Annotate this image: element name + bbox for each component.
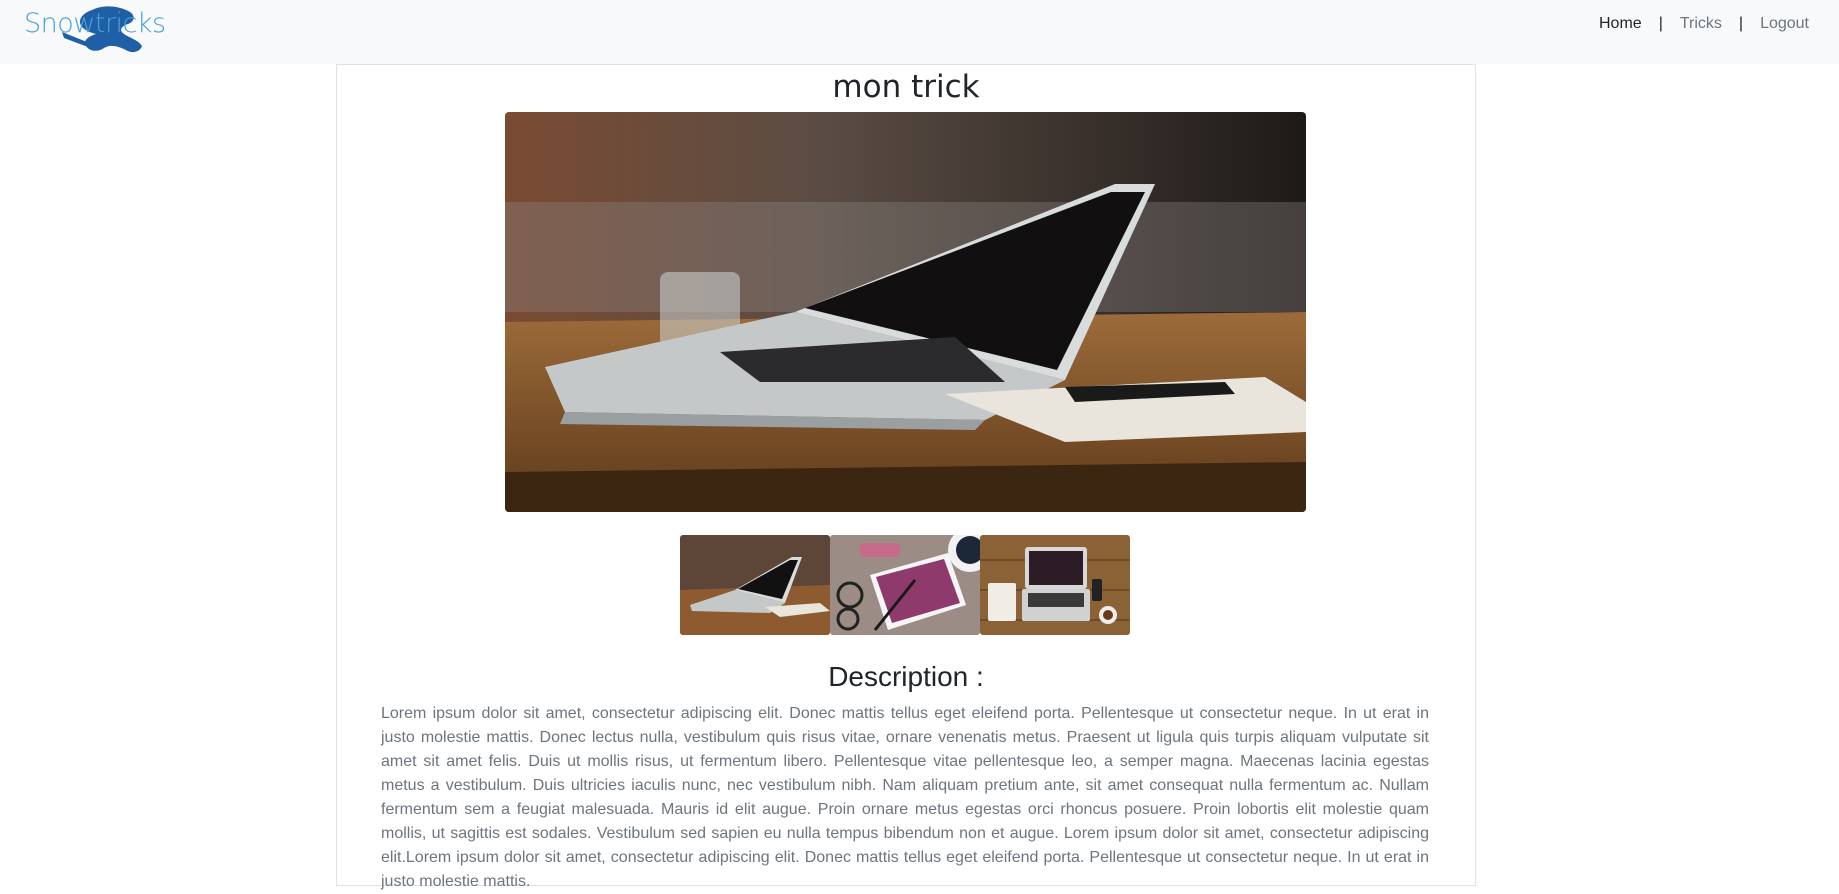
trick-title: mon trick <box>832 69 980 105</box>
thumbnail-image[interactable] <box>830 535 980 635</box>
navbar: Snowtricks Home | Tricks | Logout <box>0 0 1839 64</box>
nav-separator: | <box>1658 15 1663 32</box>
thumbnail-image[interactable] <box>980 535 1130 635</box>
nav-links: Home | Tricks | Logout <box>1599 12 1809 36</box>
description-text: Lorem ipsum dolor sit amet, consectetur … <box>381 705 1429 890</box>
thumbnail-image[interactable] <box>680 535 830 635</box>
thumbnail-gallery <box>680 535 1130 635</box>
trick-main-image <box>505 112 1306 512</box>
brand-logo-link[interactable]: Snowtricks <box>24 4 166 53</box>
nav-logout-link[interactable]: Logout <box>1760 15 1809 33</box>
brand-name: Snowtricks <box>24 8 166 39</box>
nav-home-link[interactable]: Home <box>1599 15 1642 33</box>
nav-separator: | <box>1738 15 1744 32</box>
nav-tricks-link[interactable]: Tricks <box>1680 15 1722 33</box>
laptop-photo-image <box>505 112 1306 512</box>
trick-card: mon trick Description: Lorem ipsum dolo… <box>336 64 1476 890</box>
description-heading: Description : <box>828 661 984 692</box>
